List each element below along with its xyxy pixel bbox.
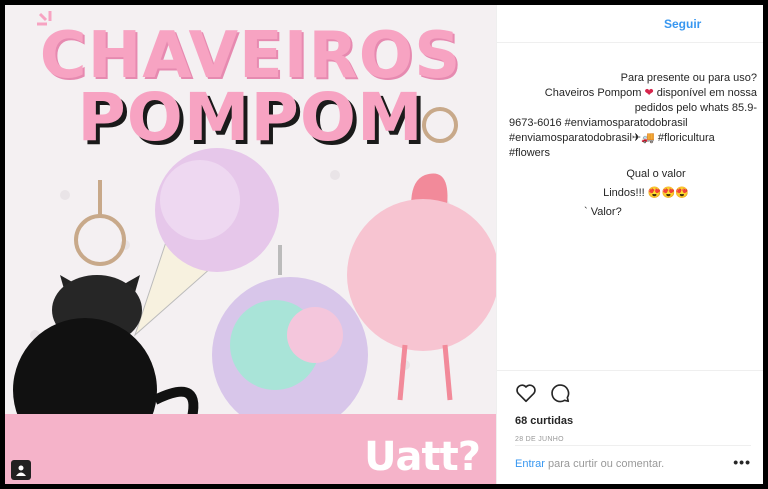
login-link[interactable]: Entrar bbox=[515, 458, 545, 470]
comment-item: Qual o valor bbox=[626, 168, 686, 180]
comment-hint: Entrar para curtir ou comentar. bbox=[515, 458, 664, 470]
caption-line1: Para presente ou para uso? bbox=[620, 72, 757, 84]
action-icons bbox=[515, 382, 571, 404]
hashtag-link[interactable]: #floricultura bbox=[658, 132, 715, 144]
post-side-panel: Seguir Para presente ou para uso? Chavei… bbox=[496, 5, 763, 484]
caption-line2-post: disponível em nossa bbox=[656, 87, 757, 99]
brand-logo: Uatt? bbox=[364, 434, 481, 480]
caption: Para presente ou para uso? Chaveiros Pom… bbox=[509, 71, 757, 116]
comment-item: Lindos!!! 😍😍😍 bbox=[603, 187, 689, 199]
hashtag-link[interactable]: #enviamosparatodobrasil bbox=[565, 117, 688, 129]
hashtag-link[interactable]: #enviamosparatodobrasil bbox=[509, 132, 632, 144]
caption-line3: pedidos pelo whats 85.9- bbox=[634, 102, 757, 114]
comments-list: Para presente ou para uso? Chaveiros Pom… bbox=[509, 71, 757, 220]
post-date: 28 DE JUNHO bbox=[515, 436, 564, 443]
comment-input-bar: Entrar para curtir ou comentar. ••• bbox=[515, 445, 751, 479]
caption-line2-pre: Chaveiros Pompom bbox=[544, 87, 642, 99]
image-title-line2: POMPOM bbox=[77, 79, 424, 156]
comment-icon[interactable] bbox=[549, 382, 571, 404]
post-image[interactable]: CHAVEIROS POMPOM Uatt? bbox=[5, 5, 496, 484]
user-tag-icon[interactable] bbox=[11, 460, 31, 480]
likes-count[interactable]: 68 curtidas bbox=[515, 415, 573, 427]
heart-icon[interactable] bbox=[515, 382, 537, 404]
post-header: Seguir bbox=[497, 5, 763, 43]
plane-truck-icon: ✈🚚 bbox=[631, 132, 655, 144]
comment-hint-text: para curtir ou comentar. bbox=[548, 458, 665, 470]
post-frame: CHAVEIROS POMPOM Uatt? Seguir Para prese… bbox=[4, 4, 764, 485]
hashtag-link[interactable]: #flowers bbox=[509, 147, 550, 159]
heart-emoji-icon: ❤ bbox=[644, 87, 654, 99]
caption-line2: Chaveiros Pompom ❤ disponível em nossa bbox=[509, 86, 757, 101]
caption-phone: 9673-6016 bbox=[509, 117, 562, 129]
follow-button[interactable]: Seguir bbox=[664, 17, 701, 31]
actions-bar: 68 curtidas 28 DE JUNHO bbox=[497, 370, 763, 443]
caption-hashtags: 9673-6016 #enviamosparatodobrasil #envia… bbox=[509, 116, 757, 161]
more-icon[interactable]: ••• bbox=[733, 454, 751, 470]
comment-item: ` Valor? bbox=[584, 206, 622, 218]
